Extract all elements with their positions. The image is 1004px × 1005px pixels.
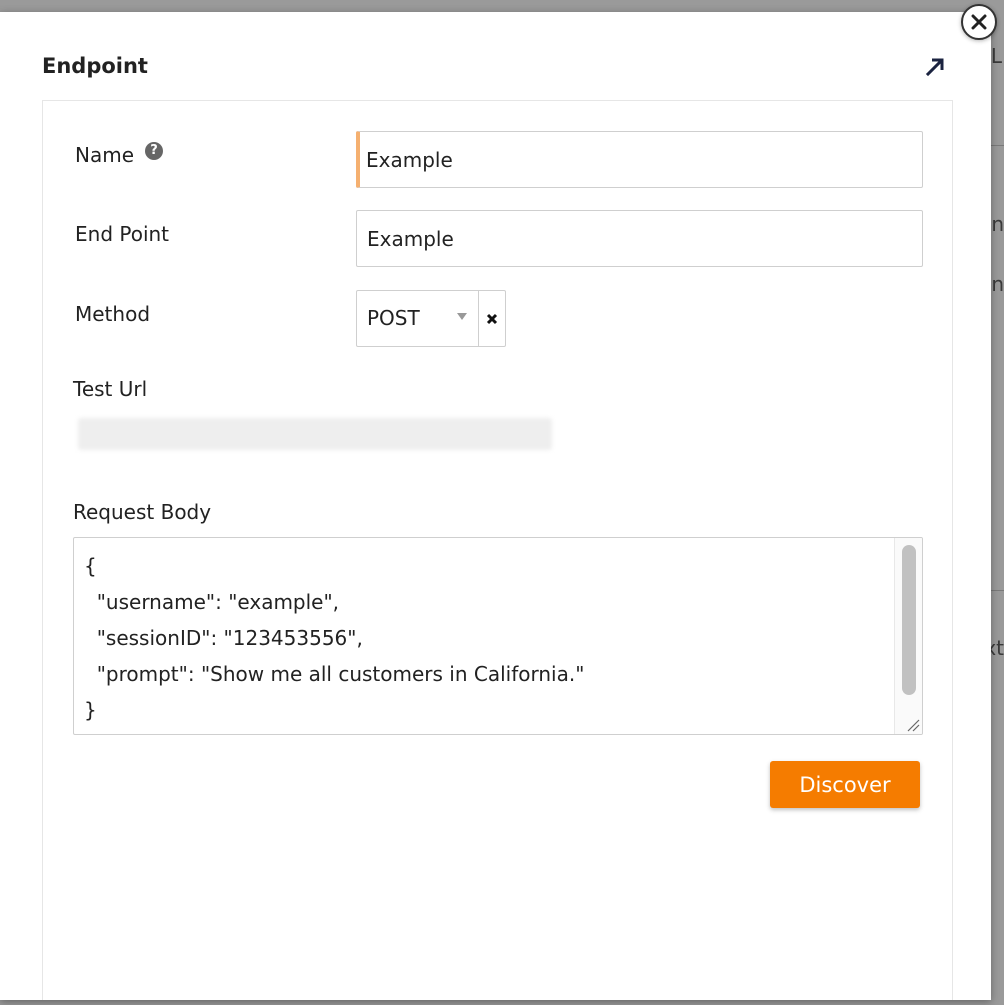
name-label: Name xyxy=(75,143,135,167)
end-point-label: End Point xyxy=(75,222,170,246)
modal-title: Endpoint xyxy=(42,54,148,78)
end-point-input[interactable] xyxy=(356,210,923,267)
test-url-label: Test Url xyxy=(73,377,148,401)
close-button[interactable] xyxy=(961,4,997,40)
background-text-fragment: n xyxy=(991,272,1004,296)
test-url-value-redacted xyxy=(78,418,552,450)
method-select[interactable]: POST xyxy=(356,290,506,347)
request-body-textarea[interactable]: { "username": "example", "sessionID": "1… xyxy=(73,537,923,735)
background-text-fragment: n xyxy=(991,212,1004,236)
scrollbar-thumb[interactable] xyxy=(902,545,916,695)
textarea-scrollbar[interactable] xyxy=(894,538,922,734)
code-line: "sessionID": "123453556", xyxy=(84,626,363,650)
code-line: "username": "example", xyxy=(84,590,340,614)
close-icon xyxy=(971,14,987,30)
method-label: Method xyxy=(75,302,151,326)
background-text-fragment: L xyxy=(990,44,1002,68)
chevron-down-icon[interactable] xyxy=(453,291,479,346)
name-input[interactable] xyxy=(356,131,923,188)
resize-grip-icon[interactable] xyxy=(906,718,920,732)
discover-button[interactable]: Discover xyxy=(770,761,920,808)
code-line: { xyxy=(84,554,97,578)
code-line: } xyxy=(84,698,97,722)
method-selected-value[interactable]: POST xyxy=(357,291,453,346)
question-circle-icon[interactable]: ? xyxy=(145,142,163,160)
code-line: "prompt": "Show me all customers in Cali… xyxy=(84,662,585,686)
arrow-up-right-icon[interactable] xyxy=(924,56,946,78)
clear-x-icon[interactable] xyxy=(479,291,505,346)
request-body-label: Request Body xyxy=(73,500,212,524)
